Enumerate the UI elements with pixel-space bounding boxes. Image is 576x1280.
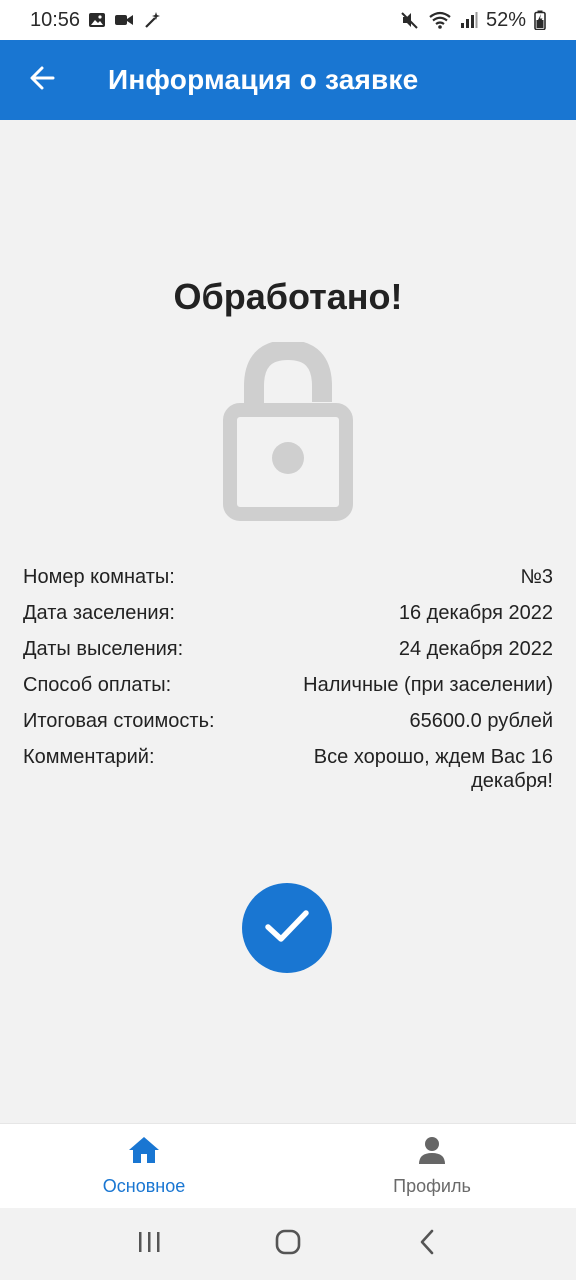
person-icon [417, 1135, 447, 1170]
detail-row-checkout: Даты выселения: 24 декабря 2022 [23, 637, 553, 661]
wifi-icon [428, 11, 452, 29]
request-info-content: Обработано! Номер комнаты: №3 Дата засел… [0, 120, 576, 1123]
home-icon [127, 1135, 161, 1170]
detail-value: Наличные (при заселении) [303, 674, 553, 696]
check-icon [262, 901, 312, 956]
back-system-button[interactable] [397, 1214, 457, 1274]
battery-percent: 52% [485, 8, 526, 31]
recents-icon [136, 1230, 162, 1259]
battery-icon [534, 10, 546, 30]
detail-row-comment: Комментарий: Все хорошо, ждем Вас 16 дек… [23, 745, 553, 793]
back-chevron-icon [417, 1228, 437, 1261]
detail-row-room: Номер комнаты: №3 [23, 565, 553, 589]
signal-icon [460, 11, 478, 29]
detail-row-total: Итоговая стоимость: 65600.0 рублей [23, 709, 553, 733]
detail-row-payment: Способ оплаты: Наличные (при заселении) [23, 673, 553, 697]
page-title: Информация о заявке [108, 64, 419, 95]
detail-label: Комментарий: [23, 746, 155, 768]
app-bar: Информация о заявке [0, 40, 576, 120]
detail-value: Все хорошо, ждем Вас 16 декабря! [313, 746, 553, 792]
detail-label: Итоговая стоимость: [23, 710, 215, 732]
detail-label: Даты выселения: [23, 638, 184, 660]
arrow-back-icon [28, 64, 56, 97]
nav-item-profile[interactable]: Профиль [288, 1124, 576, 1208]
image-icon [88, 11, 106, 29]
status-bar-right: 52% [400, 9, 546, 32]
status-bar-left: 10:56 [30, 9, 162, 32]
bottom-navigation: Основное Профиль [0, 1123, 576, 1208]
video-icon [114, 12, 134, 28]
detail-row-checkin: Дата заселения: 16 декабря 2022 [23, 601, 553, 625]
nav-label-main: Основное [102, 1176, 186, 1196]
detail-value: 24 декабря 2022 [398, 638, 553, 660]
status-time: 10:56 [30, 8, 81, 31]
mute-icon [400, 11, 420, 29]
detail-value: 65600.0 рублей [409, 710, 554, 732]
detail-value: №3 [520, 566, 553, 588]
back-button[interactable] [0, 40, 84, 120]
nav-label-profile: Профиль [393, 1176, 471, 1196]
recents-button[interactable] [119, 1214, 179, 1274]
home-system-button[interactable] [258, 1214, 318, 1274]
magic-wand-icon [142, 10, 162, 30]
status-bar: 10:56 52% [0, 0, 576, 40]
home-circle-icon [274, 1228, 302, 1261]
nav-item-main[interactable]: Основное [0, 1124, 288, 1208]
detail-value: 16 декабря 2022 [398, 602, 553, 624]
confirm-button[interactable] [242, 883, 332, 973]
detail-label: Дата заселения: [23, 602, 175, 624]
system-navigation-bar [0, 1208, 576, 1280]
detail-label: Способ оплаты: [23, 674, 172, 696]
request-details: Номер комнаты: №3 Дата заселения: 16 дек… [23, 565, 553, 805]
status-title: Обработано! [173, 276, 403, 317]
detail-label: Номер комнаты: [23, 566, 175, 588]
lock-open-icon [218, 339, 358, 522]
